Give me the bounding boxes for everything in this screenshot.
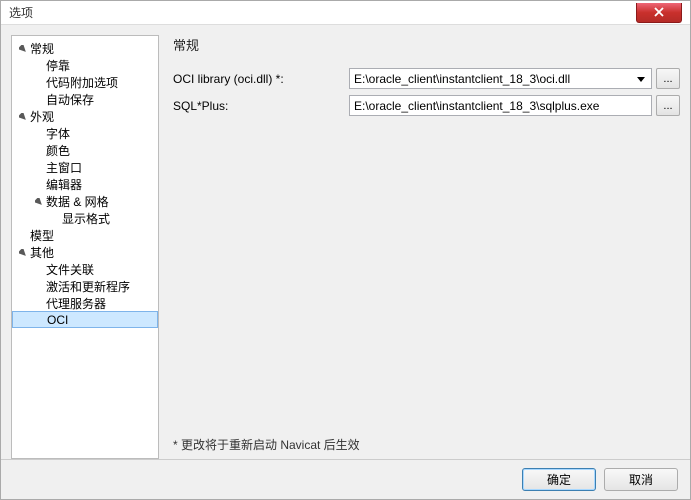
- sqlplus-input[interactable]: E:\oracle_client\instantclient_18_3\sqlp…: [349, 95, 652, 116]
- tree-item-label: 文件关联: [46, 261, 94, 278]
- oci-library-field: E:\oracle_client\instantclient_18_3\oci.…: [349, 68, 680, 89]
- oci-library-value: E:\oracle_client\instantclient_18_3\oci.…: [354, 72, 635, 86]
- form-row-sqlplus: SQL*Plus: E:\oracle_client\instantclient…: [169, 95, 680, 116]
- category-tree[interactable]: 常规停靠代码附加选项自动保存外观字体颜色主窗口编辑器数据 & 网格显示格式模型其…: [11, 35, 159, 459]
- dialog-footer: 确定 取消: [1, 459, 690, 499]
- oci-library-browse-button[interactable]: ...: [656, 68, 680, 89]
- tree-item[interactable]: 主窗口: [12, 159, 158, 176]
- tree-item[interactable]: 字体: [12, 125, 158, 142]
- dialog-body: 常规停靠代码附加选项自动保存外观字体颜色主窗口编辑器数据 & 网格显示格式模型其…: [1, 25, 690, 459]
- tree-item-label: 代码附加选项: [46, 74, 118, 91]
- tree-item[interactable]: 模型: [12, 227, 158, 244]
- tree-item-label: 常规: [30, 40, 54, 57]
- oci-library-combo[interactable]: E:\oracle_client\instantclient_18_3\oci.…: [349, 68, 652, 89]
- tree-item[interactable]: 停靠: [12, 57, 158, 74]
- tree-item-label: 数据 & 网格: [46, 193, 109, 210]
- tree-item[interactable]: 代理服务器: [12, 295, 158, 312]
- window-title: 选项: [9, 4, 33, 21]
- chevron-down-icon: [635, 72, 647, 86]
- tree-item-label: 主窗口: [46, 159, 82, 176]
- panel-title: 常规: [173, 35, 680, 54]
- tree-item[interactable]: 外观: [12, 108, 158, 125]
- tree-item-label: 显示格式: [62, 210, 110, 227]
- ok-button[interactable]: 确定: [522, 468, 596, 491]
- tree-item-label: 外观: [30, 108, 54, 125]
- oci-library-label: OCI library (oci.dll) *:: [169, 72, 349, 86]
- sqlplus-label: SQL*Plus:: [169, 99, 349, 113]
- tree-item[interactable]: 数据 & 网格: [12, 193, 158, 210]
- tree-item-label: 字体: [46, 125, 70, 142]
- tree-item[interactable]: 常规: [12, 40, 158, 57]
- restart-note: * 更改将于重新启动 Navicat 后生效: [173, 436, 360, 453]
- tree-item[interactable]: 显示格式: [12, 210, 158, 227]
- tree-item[interactable]: 文件关联: [12, 261, 158, 278]
- tree-item-label: 编辑器: [46, 176, 82, 193]
- titlebar: 选项: [1, 1, 690, 25]
- close-button[interactable]: [636, 3, 682, 23]
- tree-item[interactable]: 代码附加选项: [12, 74, 158, 91]
- tree-item-label: 激活和更新程序: [46, 278, 130, 295]
- tree-expand-icon[interactable]: [34, 197, 44, 207]
- tree-item-label: 颜色: [46, 142, 70, 159]
- tree-item-label: 其他: [30, 244, 54, 261]
- tree-item-label: 模型: [30, 227, 54, 244]
- tree-item-label: 自动保存: [46, 91, 94, 108]
- tree-item[interactable]: 颜色: [12, 142, 158, 159]
- sqlplus-field: E:\oracle_client\instantclient_18_3\sqlp…: [349, 95, 680, 116]
- tree-item-label: OCI: [47, 313, 68, 327]
- tree-item[interactable]: 其他: [12, 244, 158, 261]
- tree-item[interactable]: 编辑器: [12, 176, 158, 193]
- tree-item[interactable]: 激活和更新程序: [12, 278, 158, 295]
- tree-item-label: 停靠: [46, 57, 70, 74]
- tree-expand-icon[interactable]: [18, 112, 28, 122]
- tree-expand-icon[interactable]: [18, 248, 28, 258]
- form-row-oci-library: OCI library (oci.dll) *: E:\oracle_clien…: [169, 68, 680, 89]
- tree-item[interactable]: 自动保存: [12, 91, 158, 108]
- cancel-button[interactable]: 取消: [604, 468, 678, 491]
- sqlplus-value: E:\oracle_client\instantclient_18_3\sqlp…: [354, 99, 647, 113]
- content-panel: 常规 OCI library (oci.dll) *: E:\oracle_cl…: [169, 35, 680, 459]
- tree-expand-icon[interactable]: [18, 44, 28, 54]
- close-icon: [653, 7, 665, 17]
- sqlplus-browse-button[interactable]: ...: [656, 95, 680, 116]
- tree-item[interactable]: OCI: [12, 311, 158, 328]
- options-dialog: 选项 常规停靠代码附加选项自动保存外观字体颜色主窗口编辑器数据 & 网格显示格式…: [0, 0, 691, 500]
- tree-item-label: 代理服务器: [46, 295, 106, 312]
